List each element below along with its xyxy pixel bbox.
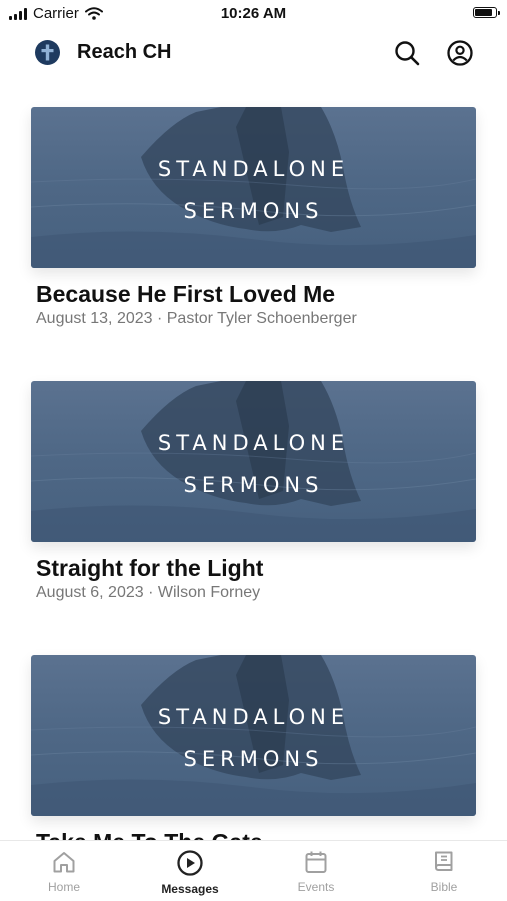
message-title[interactable]: Take Me To The Gate	[36, 829, 263, 840]
search-button[interactable]	[392, 38, 422, 68]
cross-logo-icon[interactable]	[35, 40, 60, 65]
battery-icon	[473, 7, 500, 18]
tab-bar: Home Messages Events Bible	[0, 840, 507, 901]
message-thumbnail[interactable]: STANDALONE SERMONS	[31, 381, 476, 542]
play-circle-icon	[177, 850, 203, 876]
message-card[interactable]: STANDALONE SERMONS Straight for the Ligh…	[0, 381, 507, 641]
calendar-icon	[305, 851, 327, 873]
message-list: STANDALONE SERMONS Because He First Love…	[0, 74, 507, 840]
thumbnail-text-line2: SERMONS	[183, 747, 324, 771]
message-meta: August 13, 2023 · Pastor Tyler Schoenber…	[36, 310, 357, 327]
thumbnail-text-line1: STANDALONE	[157, 431, 350, 455]
tab-events-label: Events	[297, 880, 335, 894]
tab-bible-label: Bible	[430, 880, 458, 894]
message-thumbnail[interactable]: STANDALONE SERMONS	[31, 107, 476, 268]
sea-rock-image	[31, 107, 476, 268]
message-card[interactable]: STANDALONE SERMONS Because He First Love…	[0, 107, 507, 367]
message-title[interactable]: Because He First Loved Me	[36, 281, 335, 308]
tab-messages-label: Messages	[161, 882, 219, 896]
sea-rock-image	[31, 655, 476, 816]
app-title: Reach CH	[77, 41, 172, 63]
sea-rock-image	[31, 381, 476, 542]
battery-level	[475, 9, 492, 16]
status-bar: Carrier 10:26 AM	[0, 0, 507, 30]
app-header: Reach CH	[0, 32, 507, 74]
thumbnail-text-line1: STANDALONE	[157, 157, 350, 181]
search-icon	[395, 41, 420, 66]
thumbnail-text-line2: SERMONS	[183, 199, 324, 223]
account-button[interactable]	[445, 38, 475, 68]
tab-events[interactable]: Events	[266, 849, 366, 894]
message-meta: August 6, 2023 · Wilson Forney	[36, 584, 261, 601]
book-icon	[435, 851, 453, 871]
message-title[interactable]: Straight for the Light	[36, 555, 263, 582]
thumbnail-text-line1: STANDALONE	[157, 705, 350, 729]
message-thumbnail[interactable]: STANDALONE SERMONS	[31, 655, 476, 816]
tab-messages[interactable]: Messages	[140, 849, 240, 896]
home-icon	[53, 852, 75, 873]
tab-home[interactable]: Home	[14, 849, 114, 894]
tab-home-label: Home	[47, 880, 80, 894]
message-card[interactable]: STANDALONE SERMONS Take Me To The Gate	[0, 655, 507, 840]
account-icon	[447, 40, 473, 66]
tab-bible[interactable]: Bible	[394, 849, 494, 894]
status-time: 10:26 AM	[220, 5, 287, 22]
thumbnail-text-line2: SERMONS	[183, 473, 324, 497]
